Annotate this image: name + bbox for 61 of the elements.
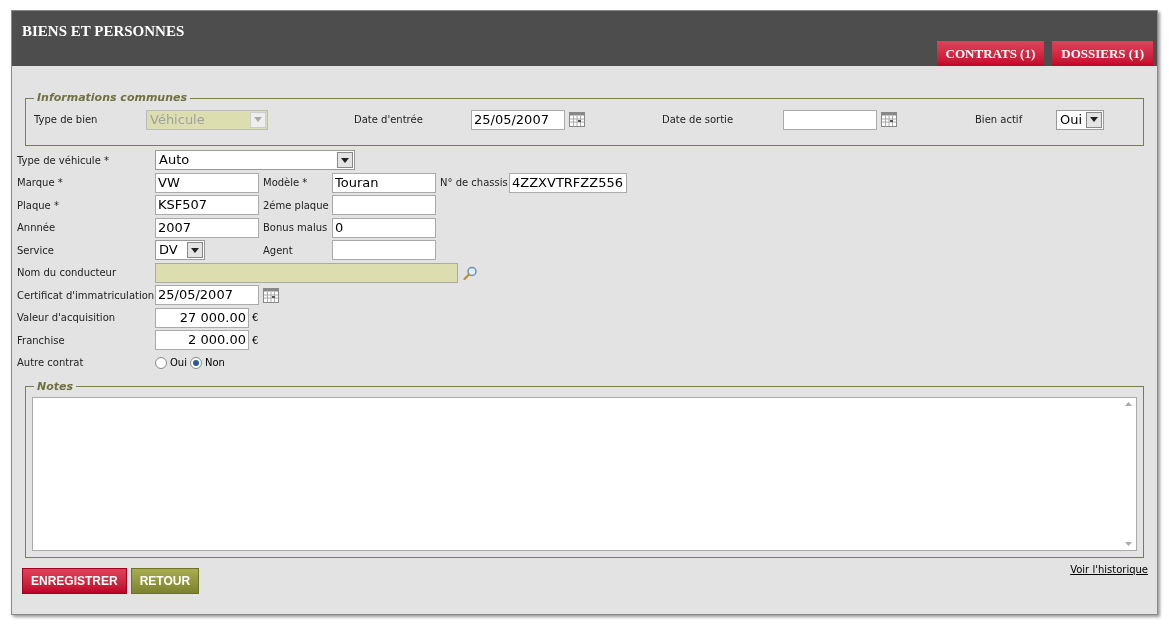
input-field[interactable]: 2007 (155, 217, 259, 238)
input-field[interactable]: 27 000.00 (155, 307, 249, 328)
radio-label: Non (205, 356, 225, 370)
input-field[interactable]: 4ZZXVTRFZZ556 (509, 172, 627, 193)
input-field[interactable] (332, 195, 436, 215)
caret-icon (254, 117, 262, 122)
scroll-up-icon[interactable] (1124, 402, 1132, 406)
input-field[interactable]: Touran (332, 172, 436, 193)
field-label: Bonus malus (263, 221, 329, 235)
section-legend: Informations communes (34, 90, 191, 107)
radio-label: Oui (170, 356, 187, 370)
dropdown-arrow-button[interactable] (337, 152, 353, 168)
field-label: Marque * (17, 176, 64, 190)
input-field[interactable]: KSF507 (155, 195, 259, 215)
scroll-down-icon[interactable] (1124, 542, 1132, 546)
action-button[interactable]: ENREGISTRER (22, 568, 127, 594)
select-field[interactable]: Auto (155, 150, 355, 170)
field-label: Type de bien (34, 113, 99, 127)
history-link[interactable]: Voir l'historique (1070, 562, 1148, 577)
currency-unit: € (252, 333, 259, 348)
field-label: Plaque * (17, 198, 60, 213)
calendar-icon[interactable] (881, 112, 897, 127)
page-title: BIENS ET PERSONNES (22, 22, 185, 41)
calendar-icon[interactable] (263, 287, 279, 303)
currency-unit: € (252, 311, 259, 325)
field-label: Autre contrat (17, 356, 85, 370)
input-field[interactable]: 2 000.00 (155, 330, 249, 350)
input-field[interactable] (332, 240, 436, 260)
radio-button[interactable] (190, 356, 202, 369)
input-field[interactable]: VW (155, 172, 259, 193)
field-label: Agent (263, 243, 294, 258)
field-label: Service (17, 243, 55, 258)
input-field[interactable] (783, 109, 877, 130)
section-legend: Notes (34, 378, 77, 395)
field-label: N° de chassis (440, 176, 509, 190)
field-label: Type de véhicule * (17, 153, 110, 168)
field-label: 2éme plaque (263, 198, 330, 213)
caret-icon (1090, 117, 1098, 122)
field-label: Nom du conducteur (17, 266, 118, 280)
caret-icon (341, 157, 349, 163)
input-field[interactable]: 0 (332, 217, 436, 238)
input-field[interactable]: 25/05/2007 (471, 109, 565, 130)
tab[interactable]: DOSSIERS (1) (1052, 41, 1153, 66)
field-label: Annnée (17, 221, 57, 235)
field-label: Certificat d'immatriculation (17, 288, 155, 303)
dropdown-arrow-button[interactable] (1086, 111, 1102, 128)
dropdown-arrow-button[interactable] (187, 242, 203, 258)
field-label: Date de sortie (662, 113, 735, 127)
caret-icon (191, 247, 199, 253)
select-field[interactable]: Oui (1056, 109, 1104, 130)
field-label: Modèle * (263, 176, 309, 190)
field-label: Date d'entrée (354, 113, 424, 127)
search-icon[interactable] (463, 265, 478, 280)
calendar-icon[interactable] (569, 112, 585, 127)
tab[interactable]: CONTRATS (1) (936, 41, 1045, 66)
field-label: Bien actif (975, 113, 1024, 127)
field-label: Franchise (17, 333, 66, 348)
input-field[interactable]: 25/05/2007 (155, 285, 259, 305)
radio-button[interactable] (155, 356, 167, 369)
select-field[interactable]: DV (155, 240, 205, 260)
field-label: Valeur d'acquisition (17, 311, 117, 325)
